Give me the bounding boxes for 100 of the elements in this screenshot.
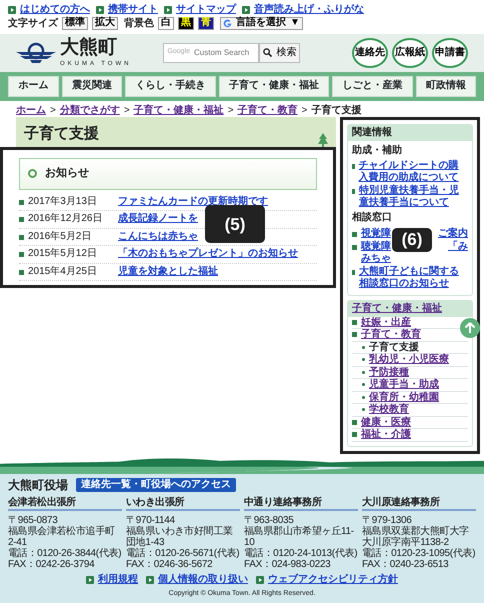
bullet-icon bbox=[352, 164, 355, 169]
office-info: FAX：0242-26-3794 bbox=[8, 558, 96, 570]
breadcrumb-link[interactable]: 子育て・健康・福祉 bbox=[134, 104, 224, 117]
group-heading: 助成・補助 bbox=[352, 144, 403, 156]
related-link[interactable]: 視覚障 bbox=[361, 228, 391, 239]
sidebar-heading: 関連情報 bbox=[348, 125, 472, 140]
quick-link-button[interactable]: 広報紙 bbox=[392, 38, 428, 68]
background-color-button[interactable]: 青 bbox=[198, 17, 214, 30]
breadcrumb-link[interactable]: 子育て・教育 bbox=[238, 104, 298, 117]
background-color-button[interactable]: 黒 bbox=[178, 17, 194, 30]
background-color-label: 背景色 bbox=[124, 18, 154, 29]
footer-link[interactable]: ウェブアクセシビリティ方針 bbox=[268, 574, 398, 586]
category-link[interactable]: 福祉・介護 bbox=[361, 429, 411, 440]
category-link[interactable]: 児童手当・助成 bbox=[369, 379, 439, 390]
breadcrumb-separator: > bbox=[124, 104, 130, 117]
nav-item[interactable]: 子育て・健康・福祉 bbox=[218, 76, 329, 96]
category-link[interactable]: 子育て・教育 bbox=[361, 329, 421, 340]
search-icon bbox=[263, 48, 272, 58]
office-info: FAX：024-983-0223 bbox=[244, 558, 332, 570]
office-info: 福島県双葉郡大熊町大字大川原字南平1138-2 bbox=[362, 526, 470, 548]
bullet-icon bbox=[362, 408, 365, 412]
arrow-square-icon bbox=[86, 576, 94, 584]
text-size-button[interactable]: 標準 bbox=[62, 17, 88, 30]
breadcrumb-link[interactable]: ホーム bbox=[16, 104, 46, 117]
office-name: 会津若松出張所 bbox=[8, 496, 122, 510]
g-logo-icon bbox=[223, 18, 232, 28]
top-link[interactable]: 携帯サイト bbox=[108, 4, 158, 15]
search-button[interactable]: 検索 bbox=[259, 42, 300, 63]
ring-icon bbox=[28, 169, 37, 178]
notice-date: 2015年4月25日 bbox=[28, 266, 98, 278]
bullet-icon bbox=[19, 270, 24, 274]
notice-link[interactable]: 「木のおもちゃプレゼント」のお知らせ bbox=[118, 248, 298, 261]
office-info: FAX：0240-23-6513 bbox=[362, 558, 450, 570]
section-title: お知らせ bbox=[45, 167, 89, 181]
nav-item[interactable]: しごと・産業 bbox=[332, 76, 412, 96]
breadcrumb-separator: > bbox=[50, 104, 56, 117]
bullet-icon bbox=[352, 245, 357, 250]
text-size-button[interactable]: 拡大 bbox=[92, 17, 118, 30]
related-link[interactable]: ご案内 bbox=[438, 228, 468, 239]
annotation-label: (5) bbox=[205, 205, 265, 244]
notice-date: 2015年5月12日 bbox=[28, 248, 98, 261]
office-info: 電話：0120-23-1095(代表) bbox=[362, 548, 476, 558]
access-button[interactable]: 連絡先一覧・町役場へのアクセス bbox=[76, 478, 236, 492]
top-link[interactable]: はじめての方へ bbox=[20, 4, 90, 15]
breadcrumb-link[interactable]: 分類でさがす bbox=[60, 104, 120, 117]
top-link[interactable]: サイトマップ bbox=[176, 4, 236, 15]
bullet-icon bbox=[362, 358, 365, 362]
office-info: 福島県いわき市好間工業団地1-43 bbox=[126, 526, 234, 548]
background-color-button[interactable]: 白 bbox=[158, 17, 174, 30]
notice-link[interactable]: 成長記録ノートを bbox=[118, 213, 198, 226]
office-info: 〒979-1306 bbox=[362, 514, 413, 526]
bullet-icon bbox=[352, 320, 357, 325]
top-link[interactable]: 音声読み上げ・ふりがな bbox=[254, 4, 364, 15]
related-link[interactable]: 大熊町子どもに関する相談窓口のお知らせ bbox=[358, 266, 468, 289]
office-info: FAX：0246-36-5672 bbox=[126, 558, 214, 570]
category-link[interactable]: 妊娠・出産 bbox=[361, 316, 411, 328]
nav-item[interactable]: 震災関連 bbox=[62, 76, 122, 96]
breadcrumb-separator: > bbox=[302, 104, 308, 117]
bullet-icon bbox=[362, 370, 365, 374]
bullet-icon bbox=[352, 332, 357, 338]
footer-link[interactable]: 利用規程 bbox=[98, 574, 138, 586]
category-link[interactable]: 学校教育 bbox=[369, 404, 409, 416]
related-link[interactable]: チャイルドシートの購入費用の助成について bbox=[358, 160, 468, 183]
category-item[interactable]: 子育て支援 bbox=[369, 342, 419, 353]
bullet-icon bbox=[19, 200, 24, 204]
related-link[interactable]: 聴覚障 bbox=[361, 241, 391, 252]
arrow-square-icon bbox=[96, 6, 104, 14]
nav-item[interactable]: 町政情報 bbox=[416, 76, 476, 96]
bullet-icon bbox=[352, 270, 355, 275]
nav-item[interactable]: くらし・手続き bbox=[125, 76, 216, 96]
category-link[interactable]: 保育所・幼稚園 bbox=[369, 392, 439, 403]
notice-link[interactable]: こんにちは赤ちゃ bbox=[118, 230, 198, 244]
bullet-icon bbox=[19, 217, 24, 222]
nav-item[interactable]: ホーム bbox=[8, 76, 58, 96]
text-size-label: 文字サイズ bbox=[8, 18, 58, 29]
breadcrumb-separator: > bbox=[228, 104, 234, 117]
category-link[interactable]: 予防接種 bbox=[369, 366, 409, 378]
notice-date: 2016年5月2日 bbox=[28, 230, 92, 244]
arrow-square-icon bbox=[8, 6, 16, 14]
arrow-square-icon bbox=[164, 6, 172, 14]
town-emblem-icon bbox=[16, 42, 56, 64]
arrow-square-icon bbox=[242, 6, 250, 14]
bullet-icon bbox=[19, 234, 24, 240]
related-link[interactable]: 特別児童扶養手当・児童扶養手当について bbox=[358, 185, 468, 208]
related-link[interactable]: 「み bbox=[448, 241, 468, 252]
arrow-square-icon bbox=[256, 576, 264, 584]
category-link[interactable]: 乳幼児・小児医療 bbox=[369, 354, 449, 366]
bullet-icon bbox=[19, 252, 24, 257]
related-link[interactable]: みちゃ bbox=[361, 252, 391, 264]
category-link[interactable]: 健康・医療 bbox=[361, 416, 411, 428]
office-name: 大川原連絡事務所 bbox=[362, 496, 476, 510]
office-name: いわき出張所 bbox=[126, 496, 240, 510]
quick-link-button[interactable]: 連絡先 bbox=[352, 38, 388, 68]
language-select[interactable]: 言語を選択 ▼ bbox=[220, 17, 303, 30]
footer-link[interactable]: 個人情報の取り扱い bbox=[158, 574, 248, 586]
notice-link[interactable]: 児童を対象とした福祉 bbox=[118, 266, 218, 278]
breadcrumb-current: 子育て支援 bbox=[311, 104, 362, 117]
arrow-square-icon bbox=[146, 576, 154, 584]
notice-date: 2017年3月13日 bbox=[28, 196, 98, 208]
quick-link-button[interactable]: 申請書 bbox=[432, 38, 468, 68]
